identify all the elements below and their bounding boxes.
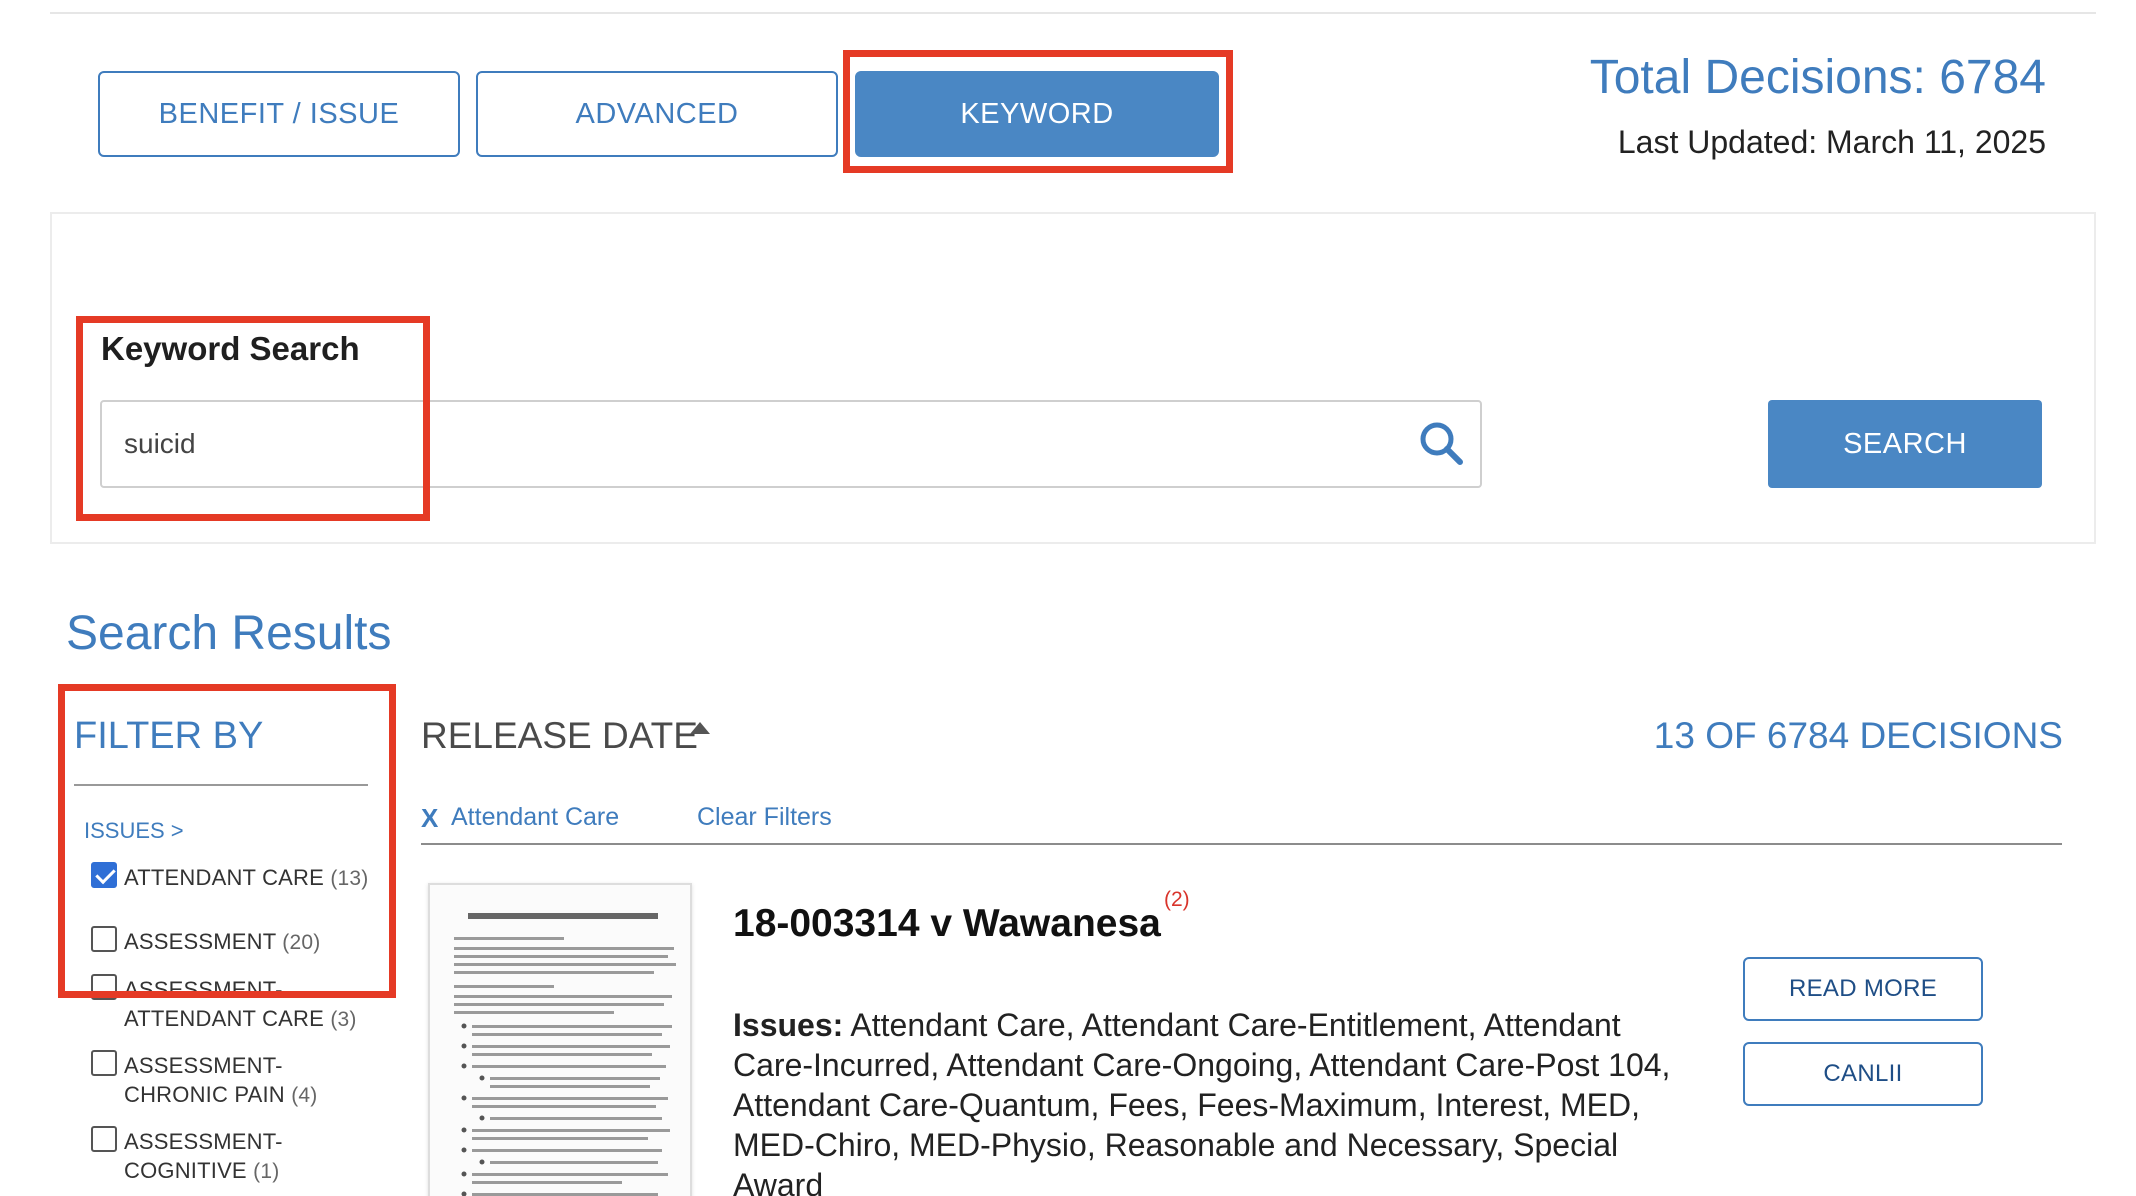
keyword-search-input[interactable]: suicid [100,400,1482,488]
search-button[interactable]: SEARCH [1768,400,2042,488]
filter-count: (1) [253,1160,280,1183]
active-filter-chip[interactable]: Attendant Care [451,803,619,832]
filter-count: (4) [291,1084,318,1107]
read-more-button[interactable]: READ MORE [1743,957,1983,1021]
filter-checkbox[interactable] [91,862,117,888]
tab-advanced[interactable]: ADVANCED [476,71,838,157]
filter-count: (20) [282,931,321,954]
filter-label[interactable]: ASSESSMENT (20) [124,927,320,957]
keyword-search-value: suicid [124,428,196,459]
filter-label[interactable]: ASSESSMENT- ATTENDANT CARE (3) [124,975,357,1034]
decisions-count: 13 OF 6784 DECISIONS [1653,715,2063,756]
filter-by-heading: FILTER BY [74,715,264,757]
top-divider [50,12,2096,14]
issues-label: Issues: [733,1007,844,1043]
filter-label-text: ASSESSMENT- [124,977,283,1002]
case-title-link[interactable]: 18-003314 v Wawanesa [733,902,1161,946]
filter-count: (13) [330,867,369,890]
filter-label-text: ATTENDANT CARE [124,1006,325,1031]
filter-checkbox[interactable] [91,974,117,1000]
filter-checkbox[interactable] [91,1126,117,1152]
keyword-search-label: Keyword Search [101,330,360,367]
tab-benefit-issue[interactable]: BENEFIT / ISSUE [98,71,460,157]
search-results-title: Search Results [66,607,392,660]
filter-label-text: CHRONIC PAIN [124,1082,285,1107]
tab-keyword[interactable]: KEYWORD [855,71,1219,157]
case-badge: (2) [1164,888,1190,911]
filter-label[interactable]: ATTENDANT CARE (13) [124,863,368,893]
case-issues: Issues: Attendant Care, Attendant Care-E… [733,1005,1683,1196]
filter-divider [74,784,368,786]
issues-filter-link[interactable]: ISSUES > [84,818,184,844]
total-decisions: Total Decisions: 6784 [1589,51,2046,104]
filter-count: (3) [330,1008,357,1031]
sort-caret-up-icon[interactable] [690,722,710,734]
filter-label-text: ASSESSMENT- [124,1129,283,1154]
document-page-icon [430,885,690,1196]
document-thumbnail[interactable] [428,883,692,1196]
filter-label[interactable]: ASSESSMENT- COGNITIVE (1) [124,1127,283,1186]
sort-release-date[interactable]: RELEASE DATE [421,715,698,757]
search-panel [50,212,2096,544]
remove-filter-icon[interactable]: X [421,803,438,834]
last-updated: Last Updated: March 11, 2025 [1617,124,2046,160]
issues-list: Attendant Care, Attendant Care-Entitleme… [733,1007,1671,1196]
filter-label-text: ASSESSMENT- [124,1053,283,1078]
filter-label-text: ASSESSMENT [124,929,276,954]
filter-checkbox[interactable] [91,1050,117,1076]
clear-filters-link[interactable]: Clear Filters [697,803,832,832]
results-divider [421,843,2062,845]
filter-checkbox[interactable] [91,926,117,952]
filter-label-text: ATTENDANT CARE [124,865,325,890]
search-icon[interactable] [1416,418,1466,468]
canlii-button[interactable]: CANLII [1743,1042,1983,1106]
filter-label[interactable]: ASSESSMENT- CHRONIC PAIN (4) [124,1051,317,1110]
filter-label-text: COGNITIVE [124,1158,247,1183]
